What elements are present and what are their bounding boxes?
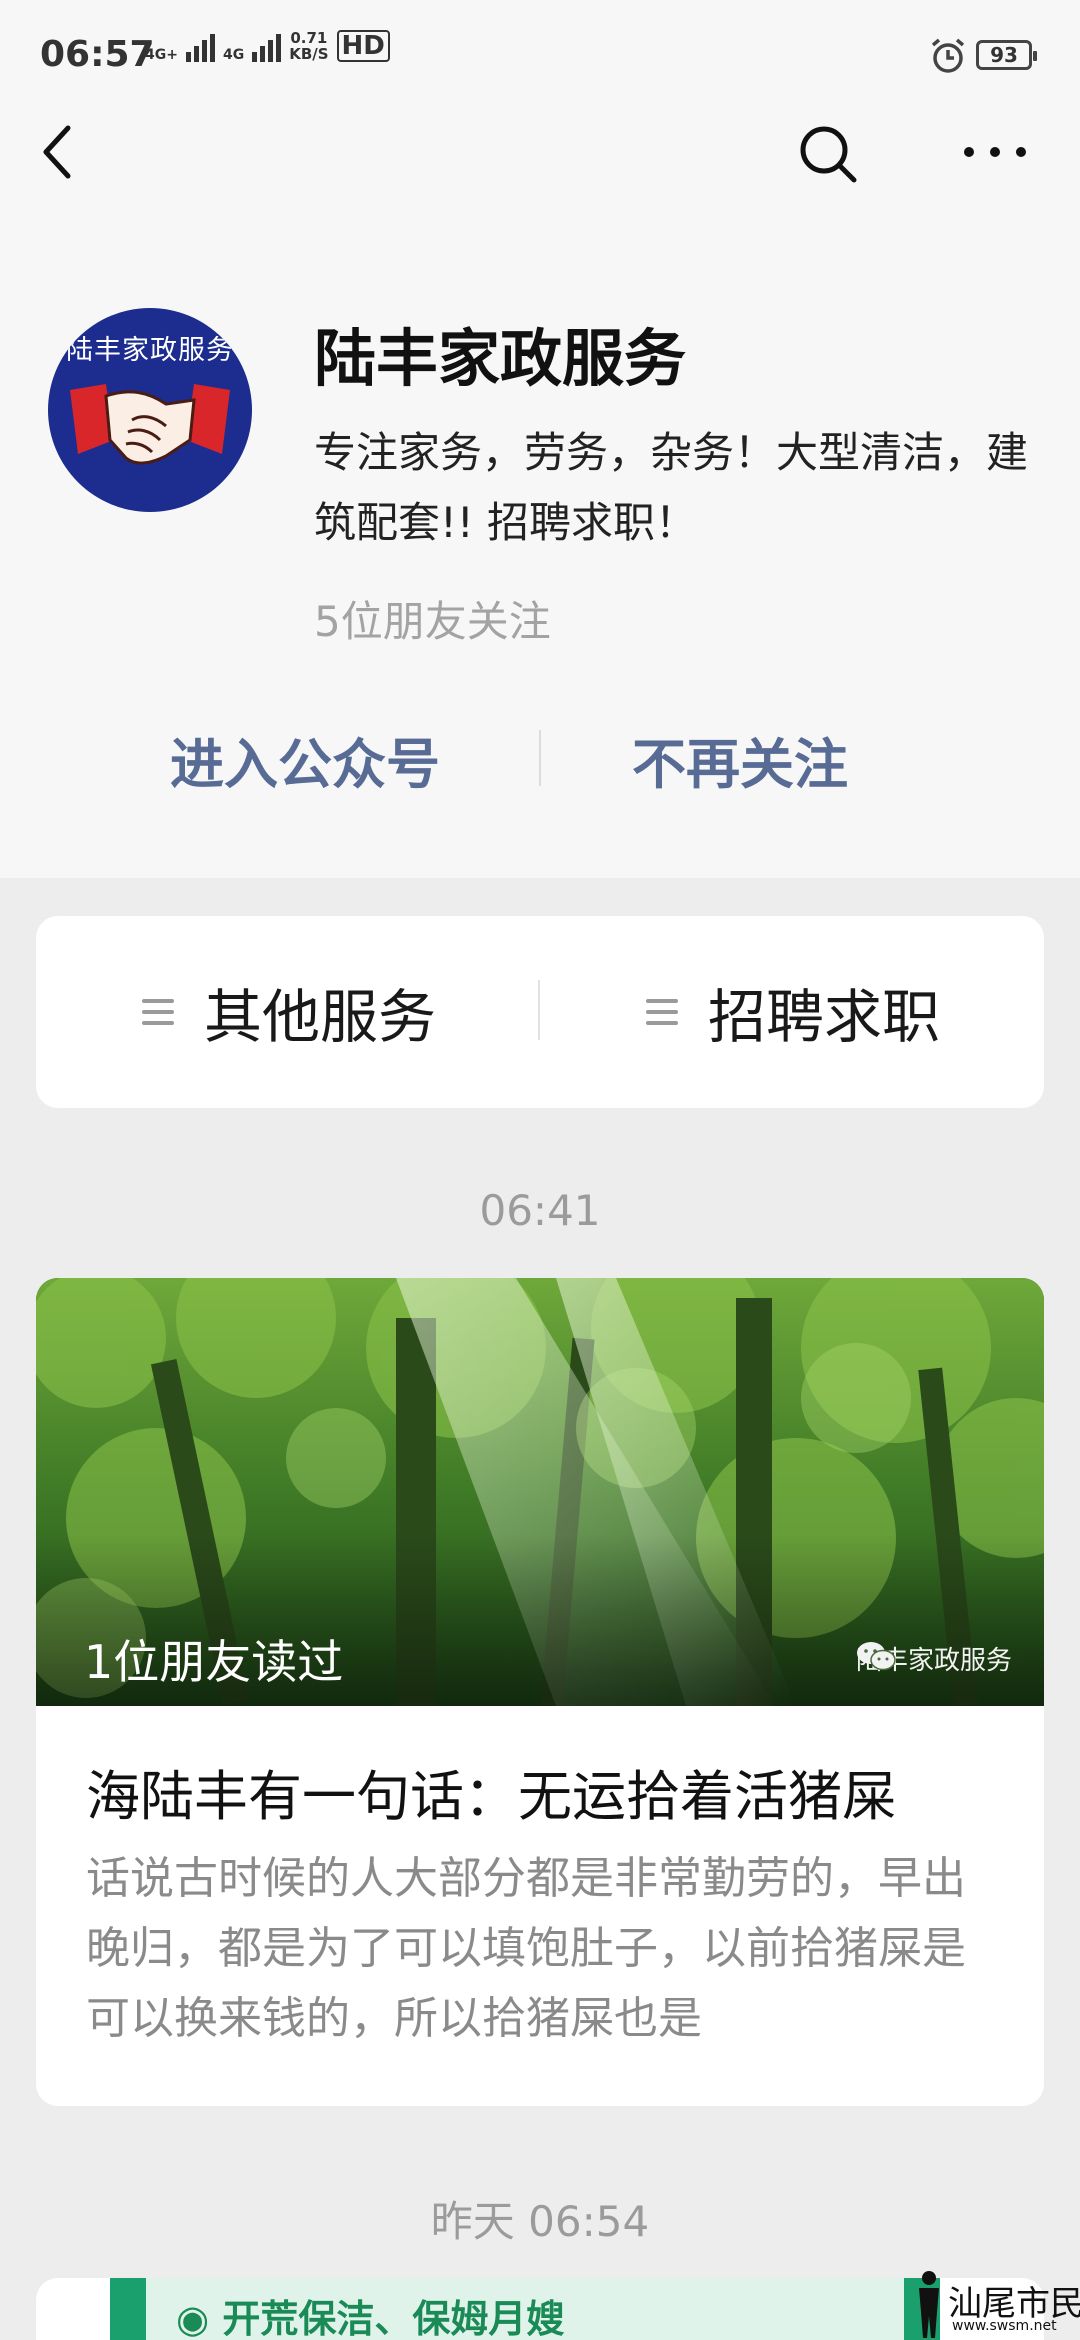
network-type-1: 4G+ [145,47,178,63]
avatar-text: 陆丰家政服务 [66,335,234,366]
signal-icon [252,32,282,62]
watermark-url: www.swsm.net [952,2318,1057,2334]
network-type-2: 4G [222,47,245,63]
article-cover-image: 1位朋友读过 陆丰家政服务 [36,1278,1044,1706]
site-watermark: 汕尾市民网 www.swsm.net [912,2268,1080,2340]
network-speed: 0.71 KB/S [289,30,328,62]
handshake-icon [70,384,230,465]
account-avatar[interactable]: 陆丰家政服务 [48,308,252,512]
battery-indicator: 93 [976,40,1037,70]
menu-item-label: 其他服务 [204,983,437,1051]
article-card[interactable]: 1位朋友读过 陆丰家政服务 海陆丰有一句话：无运拾着活猪屎 话说古时候的人大部分… [36,1278,1044,2106]
article-source: 陆丰家政服务 [856,1640,1012,1677]
message-time: 昨天 06:54 [430,2197,650,2246]
person-silhouette-icon [919,2271,939,2338]
signal-icon [185,32,215,62]
message-time: 06:41 [479,1186,601,1235]
search-icon[interactable] [796,120,860,184]
menu-icon [142,999,174,1025]
status-time: 06:57 [40,34,155,75]
article-title: 海陆丰有一句话：无运拾着活猪屎 [86,1765,896,1828]
menu-bar: 其他服务 招聘求职 [36,916,1044,1108]
friends-following[interactable]: 5位朋友关注 [314,588,551,649]
hd-badge: HD [336,30,390,62]
account-intro: 专注家务，劳务，杂务！大型清洁，建筑配套!! 招聘求职！ [314,428,1029,547]
network-indicators: 4G+ 4G 0.71 KB/S HD [145,30,390,62]
unfollow-button[interactable]: 不再关注 [632,720,848,799]
article-card[interactable]: ◉ 开荒保洁、保姆月嫂 [36,2278,1044,2340]
wechat-icon [856,1642,896,1671]
menu-item-other-services[interactable]: 其他服务 [142,916,436,1108]
friends-read-badge: 1位朋友读过 [84,1635,344,1689]
article-summary: 话说古时候的人大部分都是非常勤劳的，早出晚归，都是为了可以填饱肚子，以前拾猪屎是… [86,1853,966,2044]
more-icon[interactable] [960,120,1030,184]
menu-item-recruitment[interactable]: 招聘求职 [646,916,940,1108]
alarm-icon [931,38,965,73]
speed-unit: KB/S [289,45,329,63]
menu-item-label: 招聘求职 [708,983,941,1051]
enter-account-button[interactable]: 进入公众号 [170,720,440,799]
menu-divider [538,980,540,1040]
action-divider [539,730,541,786]
status-bar: 06:57 4G+ 4G 0.71 KB/S HD 93 [0,0,1080,110]
back-icon[interactable] [38,120,78,184]
article-banner-text: ◉ 开荒保洁、保姆月嫂 [176,2297,565,2340]
account-name: 陆丰家政服务 [314,322,687,395]
menu-icon [646,999,678,1025]
